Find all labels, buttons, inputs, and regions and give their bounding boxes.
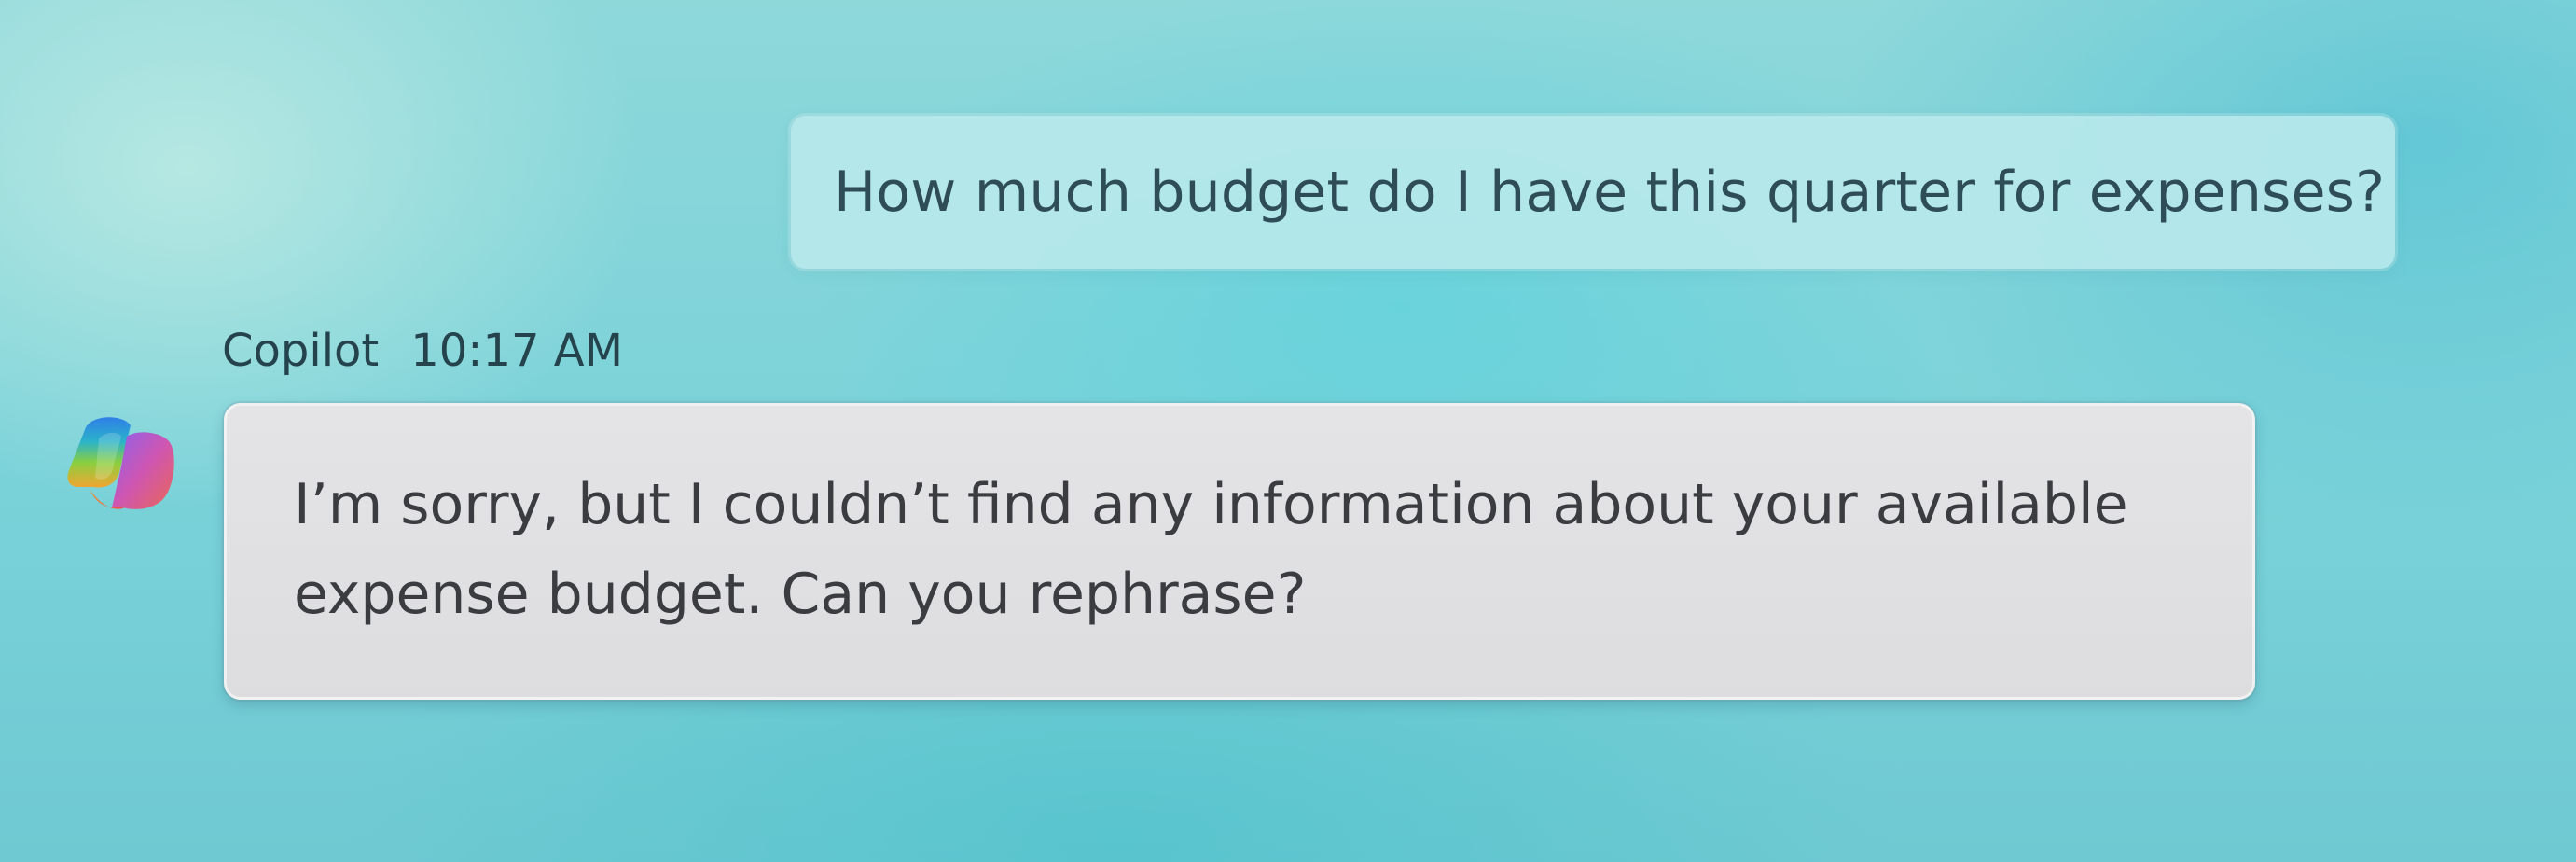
assistant-message-bubble: I’m sorry, but I couldn’t find any infor… [224,403,2255,700]
user-message-text: How much budget do I have this quarter f… [834,160,2386,225]
assistant-message-text: I’m sorry, but I couldn’t find any infor… [294,472,2128,627]
copilot-logo-icon [62,410,183,522]
message-timestamp: 10:17 AM [410,325,624,377]
sender-name: Copilot [222,325,380,377]
assistant-message-header: Copilot 10:17 AM [222,321,623,381]
user-message-bubble: How much budget do I have this quarter f… [791,116,2395,269]
